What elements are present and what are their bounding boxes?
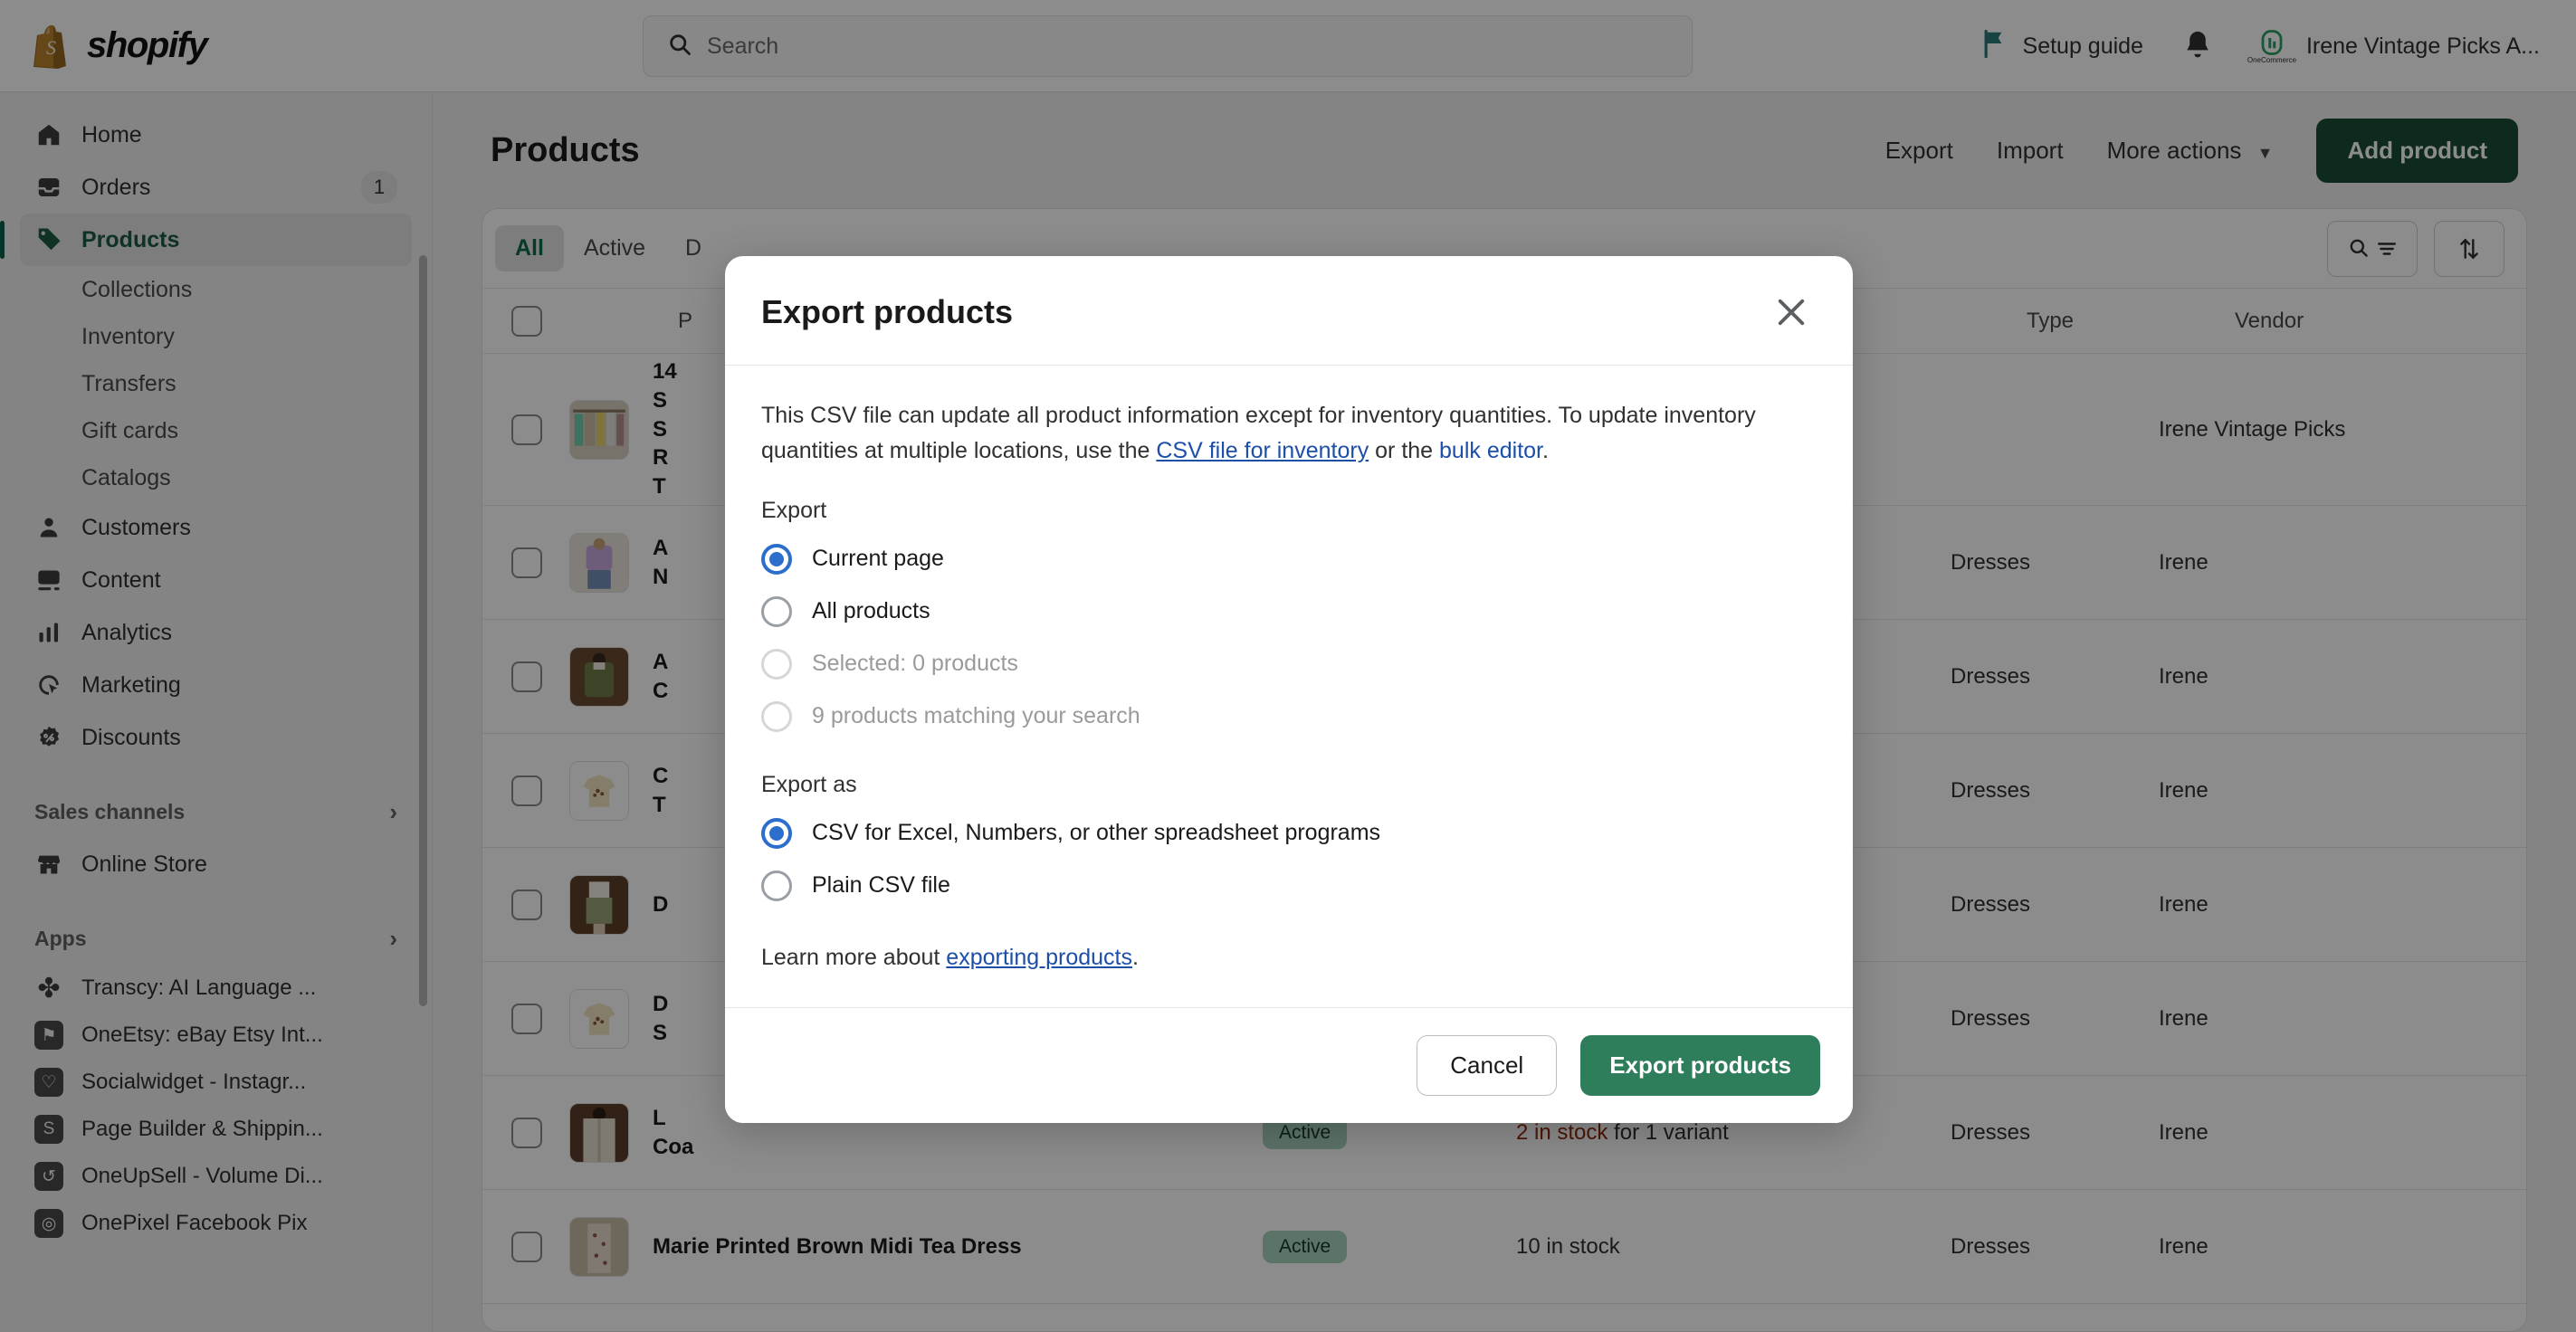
radio-search-matching-products: 9 products matching your search xyxy=(761,690,1817,743)
radio-label: 9 products matching your search xyxy=(812,703,1140,728)
learn-more-prefix: Learn more about xyxy=(761,944,947,970)
radio-selected-products: Selected: 0 products xyxy=(761,638,1817,690)
modal-header: Export products xyxy=(725,256,1853,366)
radio-indicator[interactable] xyxy=(761,817,792,849)
radio-current-page[interactable]: Current page xyxy=(761,533,1817,585)
modal-body: This CSV file can update all product inf… xyxy=(725,366,1853,1007)
modal-description-part2: or the xyxy=(1369,437,1440,463)
radio-label: All products xyxy=(812,598,930,623)
cancel-button[interactable]: Cancel xyxy=(1417,1034,1558,1096)
exporting-products-link[interactable]: exporting products xyxy=(946,945,1132,970)
bulk-editor-link[interactable]: bulk editor xyxy=(1439,438,1542,463)
radio-label: Selected: 0 products xyxy=(812,651,1018,676)
radio-label: Plain CSV file xyxy=(812,872,950,898)
learn-more-text: Learn more about exporting products. xyxy=(761,945,1817,971)
screen-root: S shopify Search Setup guide OneCommerce… xyxy=(0,0,2576,1332)
radio-all-products[interactable]: All products xyxy=(761,585,1817,638)
export-products-modal: Export products This CSV file can update… xyxy=(725,256,1853,1123)
export-group-label: Export xyxy=(761,497,827,523)
modal-footer: Cancel Export products xyxy=(725,1006,1853,1123)
radio-indicator[interactable] xyxy=(761,870,792,901)
modal-description: This CSV file can update all product inf… xyxy=(761,398,1817,469)
export-as-group-label: Export as xyxy=(761,771,857,797)
radio-csv-for-excel[interactable]: CSV for Excel, Numbers, or other spreads… xyxy=(761,807,1817,860)
export-products-submit-button[interactable]: Export products xyxy=(1580,1034,1820,1096)
radio-plain-csv[interactable]: Plain CSV file xyxy=(761,860,1817,912)
modal-description-part3: . xyxy=(1542,437,1549,463)
radio-indicator[interactable] xyxy=(761,543,792,575)
radio-label: CSV for Excel, Numbers, or other spreads… xyxy=(812,820,1381,845)
radio-indicator xyxy=(761,700,792,732)
learn-more-suffix: . xyxy=(1131,944,1139,970)
radio-indicator[interactable] xyxy=(761,595,792,627)
radio-indicator xyxy=(761,648,792,680)
csv-file-for-inventory-link[interactable]: CSV file for inventory xyxy=(1156,438,1369,463)
radio-label: Current page xyxy=(812,546,944,571)
close-icon[interactable] xyxy=(1766,287,1817,338)
modal-title: Export products xyxy=(761,293,1014,330)
